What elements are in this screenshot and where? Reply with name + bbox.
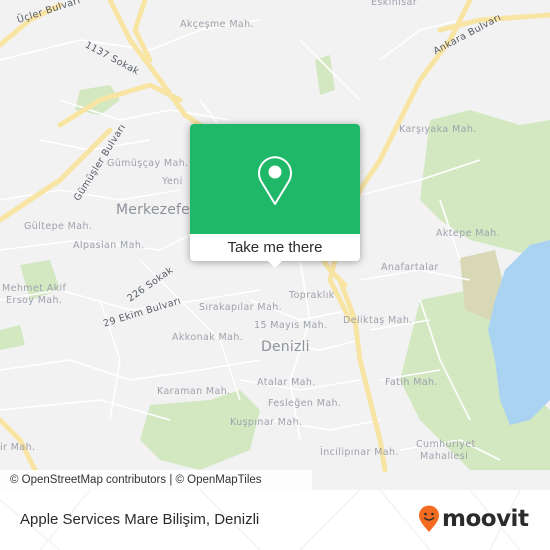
neighborhood-label: Mehmet Akif bbox=[2, 283, 67, 294]
neighborhood-label: Mahallesi bbox=[420, 451, 469, 462]
popup-pointer bbox=[267, 260, 283, 268]
neighborhood-label: Karşıyaka Mah. bbox=[399, 124, 477, 135]
footer-bar: Apple Services Mare Bilişim, Denizli moo… bbox=[0, 490, 550, 550]
neighborhood-label: Karaman Mah. bbox=[157, 386, 231, 397]
neighborhood-label: Alpaslan Mah. bbox=[73, 240, 145, 251]
neighborhood-label: Kuşpınar Mah. bbox=[230, 417, 303, 428]
neighborhood-label: Deliktaş Mah. bbox=[343, 315, 413, 326]
moovit-logo[interactable]: moovit bbox=[418, 504, 529, 534]
popup-header bbox=[190, 124, 360, 234]
moovit-smiley-pin-icon bbox=[419, 505, 439, 532]
neighborhood-label: Topraklık bbox=[289, 290, 335, 301]
neighborhood-label: Ersoy Mah. bbox=[6, 295, 63, 306]
map-view[interactable]: Üçler Bulvarı Akçeşme Mah. Eskihisar Ank… bbox=[0, 0, 550, 490]
location-pin-icon bbox=[258, 156, 292, 205]
neighborhood-label: ir Mah. bbox=[0, 442, 36, 453]
take-me-there-button[interactable]: Take me there bbox=[190, 234, 360, 261]
neighborhood-label: Anafartalar bbox=[381, 262, 439, 273]
neighborhood-label: Eskihisar bbox=[371, 0, 418, 8]
city-label: Denizli bbox=[261, 339, 310, 355]
neighborhood-label: 15 Mayıs Mah. bbox=[254, 320, 328, 331]
neighborhood-label: Aktepe Mah. bbox=[436, 228, 500, 239]
neighborhood-label: Akkonak Mah. bbox=[172, 332, 244, 343]
map-attribution[interactable]: © OpenStreetMap contributors | © OpenMap… bbox=[0, 470, 312, 490]
neighborhood-label: Atalar Mah. bbox=[257, 377, 316, 388]
neighborhood-label: İncilipınar Mah. bbox=[320, 447, 399, 458]
neighborhood-label: Akçeşme Mah. bbox=[180, 19, 254, 30]
place-title: Apple Services Mare Bilişim, Denizli bbox=[20, 511, 260, 528]
neighborhood-label: Sırakapılar Mah. bbox=[199, 302, 283, 313]
neighborhood-label: Fesleğen Mah. bbox=[268, 398, 342, 409]
neighborhood-label: Cumhuriyet bbox=[416, 439, 476, 450]
neighborhood-label: Yeni bbox=[162, 176, 183, 187]
destination-popup[interactable]: Take me there bbox=[190, 124, 360, 268]
neighborhood-label: Gültepe Mah. bbox=[24, 221, 93, 232]
brand-name: moovit bbox=[442, 506, 529, 532]
neighborhood-label: Gümüşçay Mah. bbox=[107, 158, 189, 169]
neighborhood-label: Fatih Mah. bbox=[385, 377, 438, 388]
